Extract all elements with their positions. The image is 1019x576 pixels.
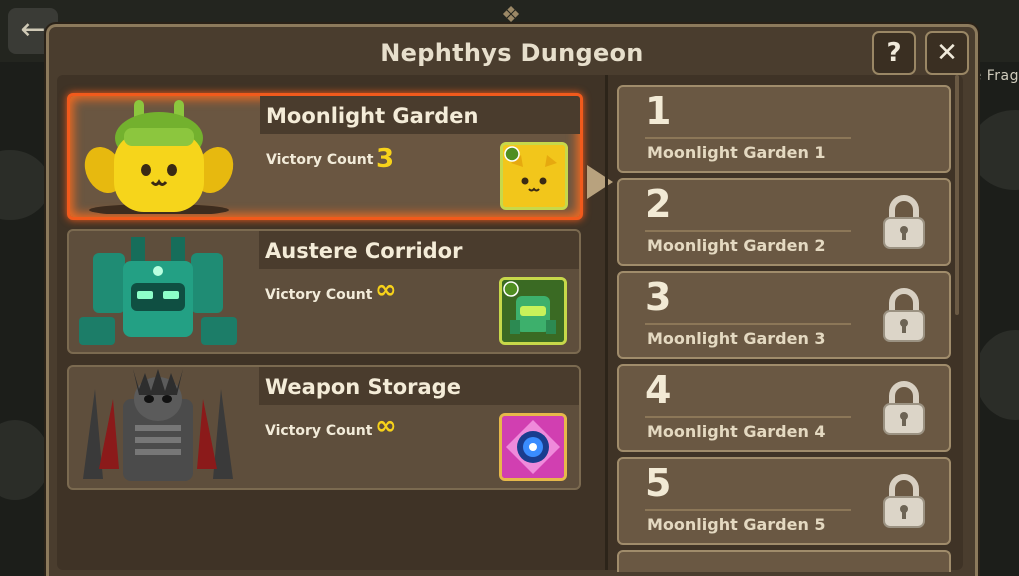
dark-knight-icon: [83, 369, 233, 481]
stage-divider: [645, 323, 851, 325]
lock-icon: [883, 195, 925, 249]
purple-gem-icon: [502, 416, 564, 478]
monster-thumbnail: [500, 142, 568, 210]
panel-divider: [605, 75, 608, 570]
stage-3-button[interactable]: 3 Moonlight Garden 3: [617, 271, 951, 359]
dungeon-name: Weapon Storage: [265, 375, 461, 399]
stage-name: Moonlight Garden 1: [647, 143, 826, 162]
stage-name: Moonlight Garden 3: [647, 329, 826, 348]
stage-name: Moonlight Garden 5: [647, 515, 826, 534]
dungeon-card-weapon-storage[interactable]: Weapon Storage Victory Count ∞: [67, 365, 581, 490]
stage-number: 1: [645, 89, 672, 133]
victory-count-label: Victory Count: [265, 287, 373, 303]
victory-count-label: Victory Count: [265, 423, 373, 439]
victory-count-label: Victory Count: [266, 152, 374, 168]
green-mech-robot-icon: [79, 237, 237, 345]
stage-list-scrollbar[interactable]: [955, 75, 959, 315]
dungeon-card-austere-corridor[interactable]: Austere Corridor Victory Count ∞: [67, 229, 581, 354]
stage-divider: [645, 137, 851, 139]
dungeon-name: Moonlight Garden: [266, 104, 479, 128]
victory-count-value: 3: [376, 144, 395, 174]
lock-icon: [883, 474, 925, 528]
window-title: Nephthys Dungeon: [380, 39, 644, 67]
cloud-decoration: [975, 330, 1019, 420]
stage-divider: [645, 416, 851, 418]
yellow-cat-monster-icon: [503, 145, 565, 207]
stage-name: Moonlight Garden 2: [647, 236, 826, 255]
stage-1-button[interactable]: 1 Moonlight Garden 1: [617, 85, 951, 173]
stage-number: 5: [645, 461, 672, 505]
yellow-rabbit-robot-icon: [84, 100, 234, 214]
monster-thumbnail: [499, 277, 567, 345]
cloud-decoration: [0, 150, 50, 220]
stage-6-button[interactable]: [617, 550, 951, 572]
infinity-value: ∞: [375, 275, 397, 305]
stage-divider: [645, 509, 851, 511]
cloud-decoration: [0, 420, 50, 500]
stage-name: Moonlight Garden 4: [647, 422, 826, 441]
dungeon-window: ❖ Nephthys Dungeon ? ✕ Moonlight Garden …: [46, 3, 978, 576]
content-area: Moonlight Garden Victory Count 3 Austere…: [57, 75, 963, 572]
help-button[interactable]: ?: [872, 31, 916, 75]
arrow-left-icon: ←: [20, 12, 46, 47]
stage-number: 2: [645, 182, 672, 226]
background-label: e Frag: [972, 68, 1019, 84]
close-icon: ✕: [936, 38, 958, 68]
green-robot-monster-icon: [502, 280, 564, 342]
lock-icon: [883, 288, 925, 342]
stage-2-button[interactable]: 2 Moonlight Garden 2: [617, 178, 951, 266]
dungeon-name: Austere Corridor: [265, 239, 463, 263]
question-icon: ?: [886, 38, 902, 68]
stage-number: 3: [645, 275, 672, 319]
stage-divider: [645, 230, 851, 232]
selection-arrow-icon: [587, 165, 613, 199]
stage-4-button[interactable]: 4 Moonlight Garden 4: [617, 364, 951, 452]
stage-number: 4: [645, 368, 672, 412]
stage-5-button[interactable]: 5 Moonlight Garden 5: [617, 457, 951, 545]
ornament-icon: ❖: [501, 3, 521, 28]
infinity-value: ∞: [375, 411, 397, 441]
lock-icon: [883, 381, 925, 435]
dungeon-list: Moonlight Garden Victory Count 3 Austere…: [57, 75, 602, 570]
item-thumbnail: [499, 413, 567, 481]
dungeon-card-moonlight-garden[interactable]: Moonlight Garden Victory Count 3: [67, 93, 583, 220]
close-button[interactable]: ✕: [925, 31, 969, 75]
